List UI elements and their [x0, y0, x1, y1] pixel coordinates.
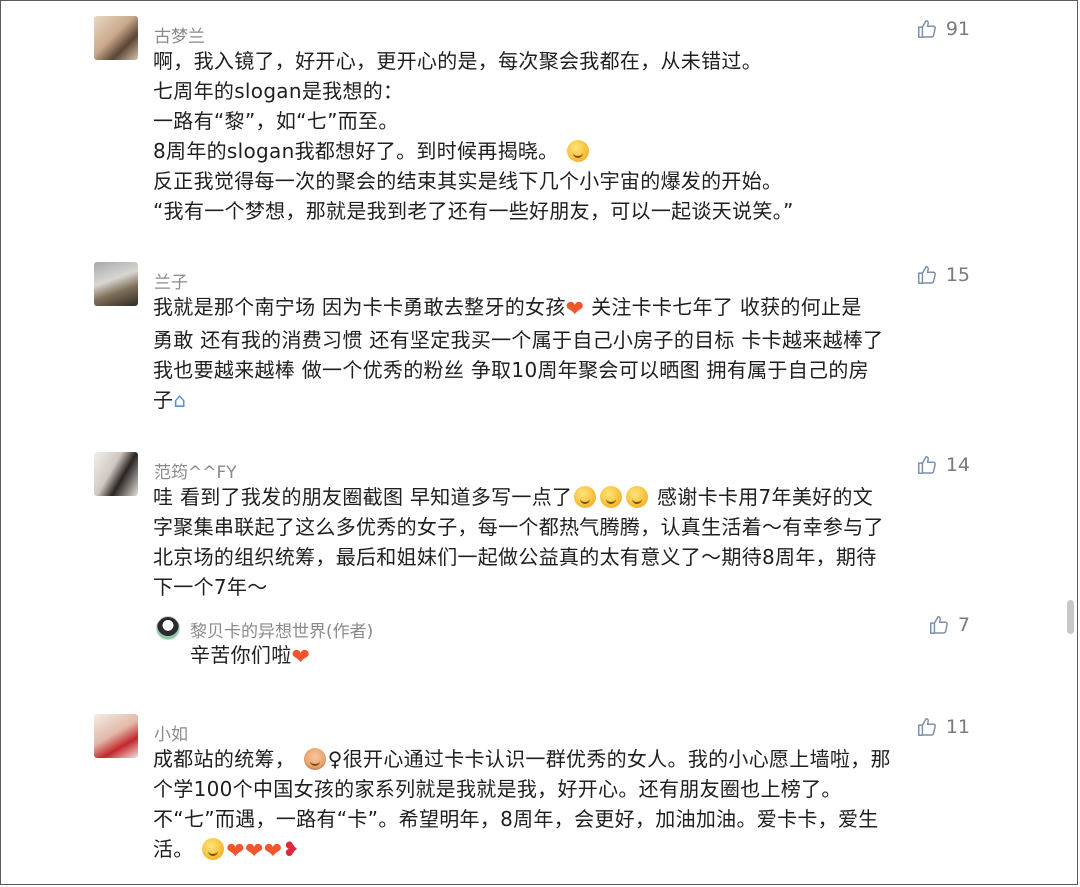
- person-raising-hand-emoji: [303, 748, 326, 770]
- grinning-face-emoji: [567, 140, 590, 162]
- like-count: 7: [957, 614, 970, 636]
- heart-emoji: ❤: [226, 839, 246, 864]
- like-button[interactable]: 7: [928, 614, 970, 636]
- grinning-face-emoji: [626, 486, 649, 508]
- grinning-face-emoji: [574, 486, 597, 508]
- like-button[interactable]: 15: [916, 264, 970, 286]
- heart-eyes-emoji: [202, 838, 225, 860]
- heart-emoji: ❤: [245, 839, 264, 864]
- comment-text: 哇 看到了我发的朋友圈截图 早知道多写一点了 感谢卡卡用7年美好的文 字聚集串联…: [153, 485, 884, 599]
- like-count: 91: [945, 18, 970, 40]
- like-button[interactable]: 14: [916, 454, 970, 476]
- grinning-face-emoji: [600, 486, 623, 508]
- comment-text: 我就是那个南宁场 因为卡卡勇敢去整牙的女孩❤ 关注卡卡七年了 收获的何止是 勇敢…: [153, 295, 884, 412]
- thumbs-up-icon: [917, 20, 936, 38]
- comment-username[interactable]: 兰子: [154, 268, 188, 293]
- comment-text: 成都站的统筹， ♀很开心通过卡卡认识一群优秀的女人。我的小心愿上墙啦，那 个学1…: [153, 747, 891, 864]
- reply-username[interactable]: 黎贝卡的异想世界(作者): [190, 617, 373, 642]
- thumbs-up-icon: [917, 718, 936, 736]
- house-emoji: ⌂: [173, 388, 187, 412]
- comment-username[interactable]: 范筠^^FY: [154, 458, 237, 483]
- thumbs-up-icon: [929, 616, 948, 634]
- comment-username[interactable]: 小如: [154, 720, 188, 745]
- heart-emoji: ❤: [565, 297, 585, 322]
- avatar[interactable]: [94, 714, 138, 758]
- scrollbar[interactable]: [1064, 2, 1078, 885]
- like-count: 11: [945, 716, 970, 738]
- avatar[interactable]: [94, 452, 138, 496]
- comment-username[interactable]: 古梦兰: [154, 22, 205, 47]
- thumbs-up-icon: [917, 266, 936, 284]
- comment-text: 啊，我入镜了，好开心，更开心的是，每次聚会我都在，从未错过。 七周年的sloga…: [153, 49, 794, 223]
- avatar[interactable]: [94, 262, 138, 306]
- author-avatar[interactable]: [156, 616, 180, 640]
- thumbs-up-icon: [917, 456, 936, 474]
- avatar[interactable]: [94, 16, 138, 60]
- like-count: 15: [945, 264, 970, 286]
- reply-text: 辛苦你们啦❤: [190, 643, 311, 670]
- like-count: 14: [945, 454, 970, 476]
- lips-emoji: ❥: [282, 837, 300, 861]
- scrollbar-thumb[interactable]: [1067, 600, 1074, 634]
- heart-emoji: ❤: [291, 645, 311, 670]
- like-button[interactable]: 11: [916, 716, 970, 738]
- like-button[interactable]: 91: [916, 18, 970, 40]
- heart-emoji: ❤: [263, 839, 283, 864]
